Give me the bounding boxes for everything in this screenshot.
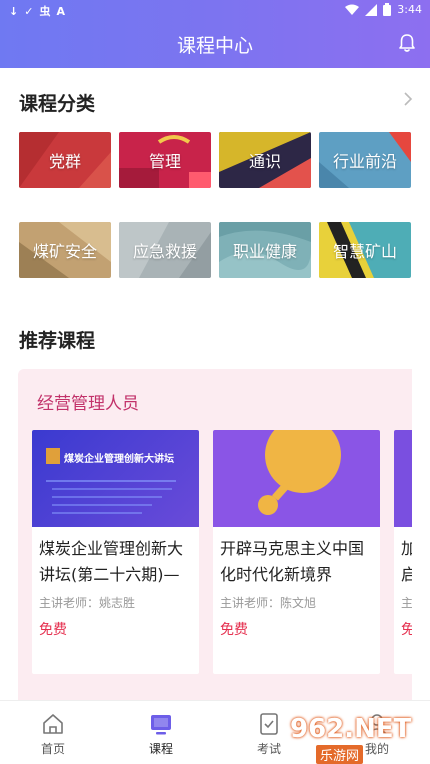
status-right-icons: 3:44 (345, 3, 422, 16)
recommend-group-title: 经营管理人员 (37, 394, 139, 414)
signal-icon (365, 3, 378, 16)
wifi-icon (345, 4, 360, 15)
category-section-title: 课程分类 (19, 93, 96, 115)
course-thumb-title: 煤炭企业管理创新大讲坛 (64, 454, 174, 465)
app-header: ↓ ✓ 虫 A 3:44 课程中心 (0, 0, 430, 68)
category-tile-zhiye[interactable]: 职业健康 (219, 222, 311, 278)
page-title: 课程中心 (176, 35, 253, 57)
tab-label: 课程 (148, 742, 173, 756)
course-title: 开辟马克思主义中国化时代化新境界 (220, 539, 365, 584)
category-tile-guanli[interactable]: 管理 (119, 132, 211, 188)
course-teacher: 主 (401, 596, 412, 610)
recommend-panel: 经营管理人员 煤炭企业管理创新大讲坛 煤炭企业管理创新大讲坛(第二十六期)— 主… (18, 369, 412, 714)
bell-icon[interactable] (396, 32, 418, 54)
course-thumbnail (394, 430, 412, 527)
course-price: 免 (401, 622, 412, 638)
category-tile-dangqun[interactable]: 党群 (19, 132, 111, 188)
category-tile-yingji[interactable]: 应急救援 (119, 222, 211, 278)
tab-courses[interactable]: 课程 (121, 701, 201, 764)
category-label: 职业健康 (232, 242, 297, 261)
watermark-logo: 962.NET (290, 714, 412, 744)
course-card[interactable]: 加启 主 免 (394, 430, 412, 674)
watermark-sub: 乐游网 (316, 745, 364, 764)
status-bar: ↓ ✓ 虫 A 3:44 (0, 0, 430, 20)
status-left-icons: ↓ ✓ 虫 A (9, 3, 65, 19)
status-time: 3:44 (397, 3, 422, 16)
chevron-right-icon[interactable] (402, 90, 414, 108)
category-label: 应急救援 (132, 242, 197, 261)
category-label: 煤矿安全 (32, 242, 97, 261)
course-thumbnail (213, 430, 380, 527)
category-label: 党群 (48, 152, 81, 171)
tab-home[interactable]: 首页 (13, 701, 93, 764)
home-icon (43, 714, 63, 734)
category-label: 行业前沿 (332, 152, 397, 171)
course-price: 免费 (220, 622, 248, 638)
course-teacher: 主讲老师：姚志胜 (39, 596, 136, 610)
course-thumbnail: 煤炭企业管理创新大讲坛 (32, 430, 199, 527)
course-title: 煤炭企业管理创新大讲坛(第二十六期)— (39, 539, 184, 584)
category-tile-zhihui[interactable]: 智慧矿山 (319, 222, 411, 278)
tab-label: 首页 (40, 742, 65, 756)
category-label: 通识 (248, 152, 281, 171)
site-watermark: 962.NET 乐游网 (290, 712, 430, 764)
course-card[interactable]: 煤炭企业管理创新大讲坛 煤炭企业管理创新大讲坛(第二十六期)— 主讲老师：姚志胜… (32, 430, 199, 674)
course-title: 加启 (401, 539, 412, 584)
course-card[interactable]: 开辟马克思主义中国化时代化新境界 主讲老师：陈文旭 免费 (213, 430, 380, 674)
tab-label: 考试 (256, 742, 281, 756)
category-tile-hangye[interactable]: 行业前沿 (319, 132, 411, 188)
a-icon: A (56, 4, 65, 18)
exam-icon (260, 713, 278, 735)
category-label: 管理 (148, 152, 181, 171)
category-tile-tongshi[interactable]: 通识 (219, 132, 311, 188)
recommend-section-title: 推荐课程 (19, 330, 96, 352)
monitor-icon (151, 715, 171, 735)
course-teacher: 主讲老师：陈文旭 (220, 596, 317, 610)
download-icon: ↓ (9, 4, 19, 18)
bug-icon: 虫 (39, 5, 51, 18)
battery-icon (383, 3, 392, 16)
course-price: 免费 (39, 622, 67, 638)
category-tile-meikuang[interactable]: 煤矿安全 (19, 222, 111, 278)
check-icon: ✓ (24, 4, 34, 18)
category-label: 智慧矿山 (332, 242, 397, 261)
